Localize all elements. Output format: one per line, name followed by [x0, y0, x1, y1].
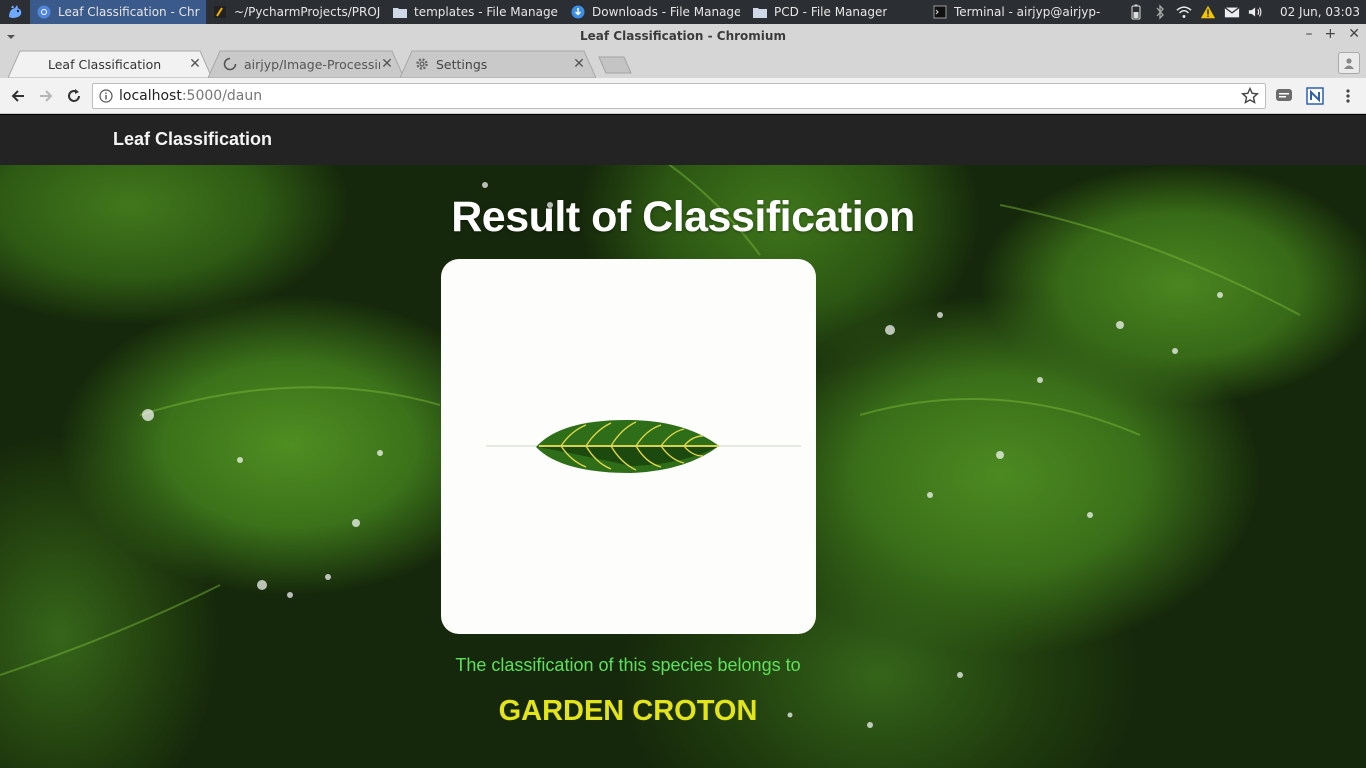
leaf-icon: [486, 419, 801, 473]
page-title: Result of Classification: [451, 193, 915, 241]
taskbar-task-downloads[interactable]: Downloads - File Manager: [564, 0, 746, 24]
start-menu-button[interactable]: [0, 0, 30, 24]
gear-icon: [414, 56, 430, 72]
wifi-icon[interactable]: [1176, 4, 1192, 20]
window-titlebar: Leaf Classification - Chromium – + ✕: [0, 24, 1366, 48]
battery-icon[interactable]: [1128, 4, 1144, 20]
taskbar-task-label: ~/PycharmProjects/PROJ...: [234, 5, 380, 19]
new-tab-button[interactable]: [598, 56, 632, 74]
xfce-mouse-icon: [9, 5, 22, 18]
tab-close-icon[interactable]: ✕: [572, 56, 586, 72]
tab-settings[interactable]: Settings ✕: [400, 50, 596, 78]
info-icon[interactable]: [93, 89, 119, 103]
address-bar[interactable]: localhost:5000/daun: [92, 83, 1266, 109]
tab-strip: Leaf Classification ✕ airjyp/Image-Proce…: [0, 48, 1366, 78]
species-name: GARDEN CROTON: [498, 695, 758, 727]
arrow-left-icon: [11, 90, 24, 102]
mail-icon[interactable]: [1224, 4, 1240, 20]
maximize-button[interactable]: +: [1325, 26, 1337, 42]
taskbar-task-chromium[interactable]: Leaf Classification - Chro...: [30, 0, 206, 24]
close-window-button[interactable]: ✕: [1348, 26, 1360, 42]
chat-bubble-icon: [1276, 89, 1292, 101]
extension-chat-button[interactable]: [1274, 86, 1294, 106]
taskbar-task-label: templates - File Manager: [414, 5, 558, 19]
arrow-right-icon: [40, 90, 53, 102]
tab-title: Leaf Classification: [48, 56, 162, 72]
url-path: :5000/daun: [181, 88, 263, 104]
chromium-icon: [36, 4, 52, 20]
taskbar-task-label: Terminal - airjyp@airjyp-...: [954, 5, 1100, 19]
taskbar-task-terminal[interactable]: Terminal - airjyp@airjyp-...: [926, 0, 1106, 24]
taskbar-task-label: PCD - File Manager: [774, 5, 888, 19]
window-title: Leaf Classification - Chromium: [580, 29, 786, 43]
classified-leaf-image: [441, 259, 816, 634]
user-avatar-icon: [1344, 58, 1354, 69]
taskbar-task-label: Leaf Classification - Chro...: [58, 5, 200, 19]
terminal-icon: [932, 4, 948, 20]
site-brand-link[interactable]: Leaf Classification: [113, 129, 272, 150]
profile-button[interactable]: [1338, 52, 1360, 74]
taskbar-task-pycharm[interactable]: ~/PycharmProjects/PROJ...: [206, 0, 386, 24]
n-extension-icon: [1306, 87, 1324, 105]
window-menu-caret-icon[interactable]: [6, 30, 16, 44]
extension-n-button[interactable]: [1305, 86, 1325, 106]
url-host: localhost: [119, 88, 182, 104]
folder-icon: [752, 4, 768, 20]
folder-icon: [392, 4, 408, 20]
tab-title: airjyp/Image-Processin: [244, 56, 380, 72]
bluetooth-icon[interactable]: [1152, 4, 1168, 20]
back-button[interactable]: [6, 84, 30, 108]
taskbar-task-pcd[interactable]: PCD - File Manager: [746, 0, 926, 24]
web-page: Leaf Classification Result of Classifica…: [0, 115, 1366, 768]
site-navbar: Leaf Classification: [0, 115, 1366, 165]
tab-close-icon[interactable]: ✕: [380, 56, 394, 72]
taskbar-task-templates[interactable]: templates - File Manager: [386, 0, 564, 24]
warning-icon[interactable]: [1200, 4, 1216, 20]
forward-button[interactable]: [34, 84, 58, 108]
tab-leaf-classification[interactable]: Leaf Classification ✕: [8, 50, 212, 78]
bookmark-star-icon[interactable]: [1240, 86, 1260, 109]
browser-menu-button[interactable]: [1338, 86, 1358, 106]
taskbar-clock[interactable]: 02 Jun, 03:03: [1280, 5, 1360, 19]
system-tray: 02 Jun, 03:03: [1128, 0, 1366, 24]
reload-icon: [68, 89, 80, 102]
volume-icon[interactable]: [1248, 4, 1264, 20]
tab-close-icon[interactable]: ✕: [188, 56, 202, 72]
reload-button[interactable]: [62, 84, 86, 108]
pycharm-icon: [212, 4, 228, 20]
tab-title: Settings: [436, 56, 488, 72]
tab-github-repo[interactable]: airjyp/Image-Processin ✕: [208, 50, 404, 78]
browser-toolbar: localhost:5000/daun: [0, 78, 1366, 114]
os-taskbar: Leaf Classification - Chro... ~/PycharmP…: [0, 0, 1366, 24]
loading-spinner-icon: [222, 56, 238, 72]
minimize-button[interactable]: –: [1306, 26, 1313, 42]
kebab-menu-icon: [1346, 89, 1350, 103]
download-icon: [570, 4, 586, 20]
taskbar-task-label: Downloads - File Manager: [592, 5, 740, 19]
result-caption: The classification of this species belon…: [455, 655, 801, 675]
